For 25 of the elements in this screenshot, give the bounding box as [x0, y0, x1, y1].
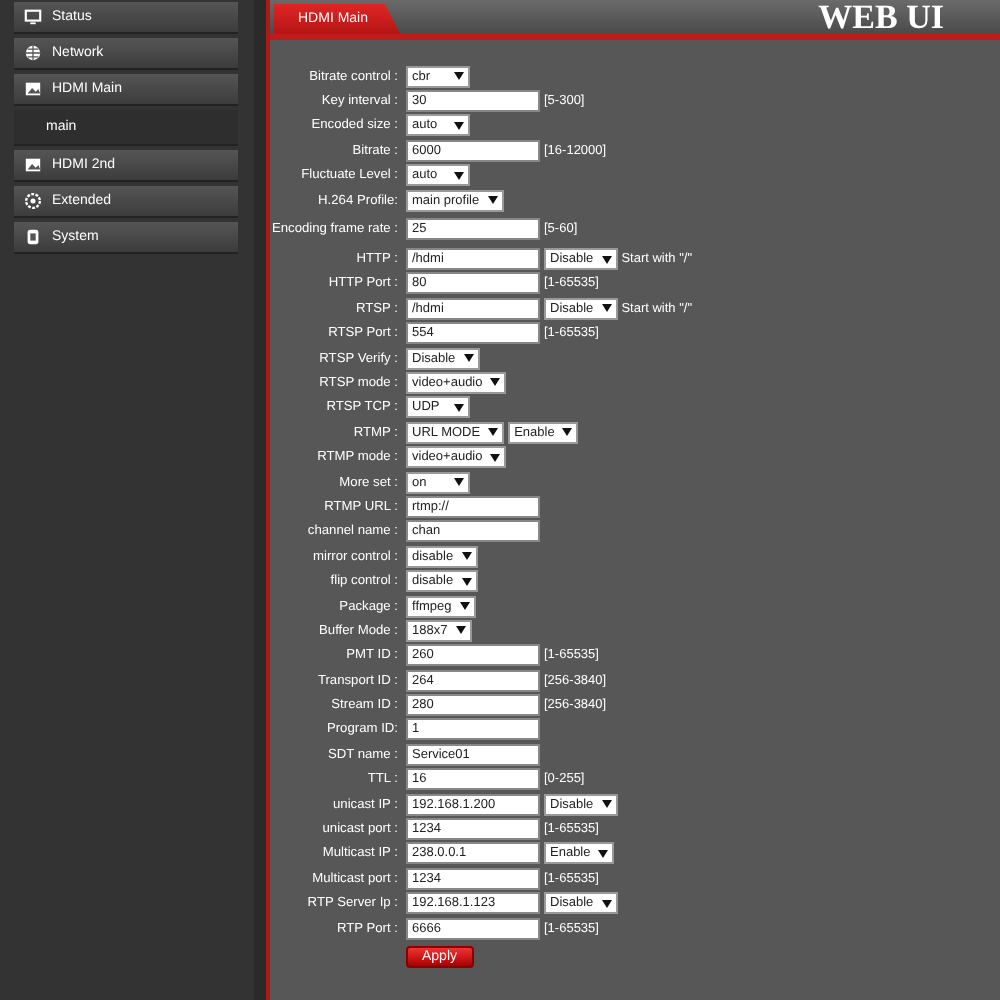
- caret-icon: [454, 121, 464, 130]
- caret-icon: [459, 602, 470, 610]
- logo-text: WEB UI: [818, 0, 944, 34]
- caret-icon: [454, 72, 464, 81]
- caret-icon: [455, 626, 466, 635]
- caret-icon: [490, 378, 501, 387]
- caret-icon: [601, 899, 612, 908]
- caret-icon: [461, 577, 472, 586]
- caret-icon: [598, 849, 609, 858]
- caret-icon: [461, 552, 472, 561]
- caret-icon: [454, 171, 464, 180]
- caret-icon: [601, 800, 612, 809]
- caret-icon: [490, 453, 501, 462]
- caret-icon: [454, 478, 464, 487]
- caret-icon: [488, 428, 499, 437]
- monitor-icon: [24, 8, 42, 26]
- image-icon: [24, 80, 42, 98]
- globe-icon: [24, 44, 42, 62]
- caret-icon: [487, 196, 498, 205]
- caret-icon: [454, 403, 464, 412]
- caret-icon: [562, 428, 573, 437]
- caret-icon: [463, 354, 474, 363]
- caret-icon: [601, 255, 612, 264]
- image-icon: [24, 156, 42, 174]
- caret-icon: [601, 304, 612, 313]
